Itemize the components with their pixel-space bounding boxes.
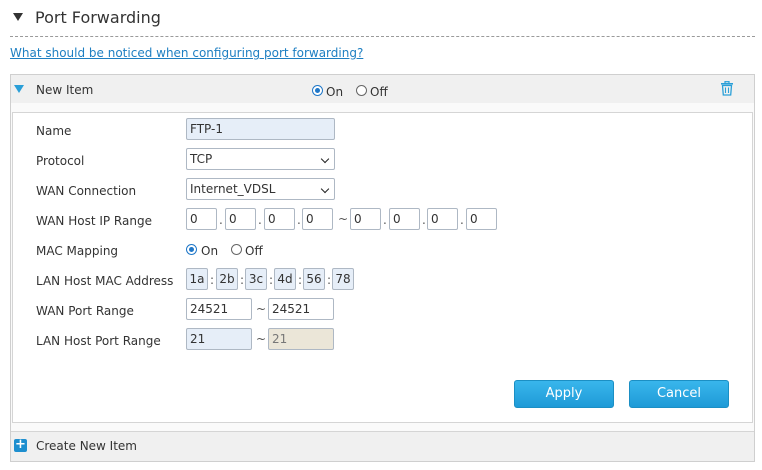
apply-button[interactable]: Apply	[514, 380, 614, 408]
mac-mapping-off-radio[interactable]	[231, 244, 242, 255]
item-on-label: On	[326, 85, 344, 99]
mac-colon: :	[240, 273, 245, 287]
mac-octet-4[interactable]: 4d	[274, 268, 296, 290]
create-new-item-link[interactable]: Create New Item	[36, 439, 137, 453]
wan-ip-end-octet-2[interactable]: 0	[389, 208, 420, 230]
plus-icon[interactable]: +	[14, 438, 27, 452]
range-tilde: ~	[256, 332, 267, 346]
mac-mapping-label: MAC Mapping	[36, 244, 119, 258]
ip-dot: .	[383, 213, 387, 227]
wan-port-end-input[interactable]: 24521	[268, 298, 334, 320]
wan-connection-select[interactable]: Internet_VDSL	[186, 178, 335, 200]
item-form	[12, 112, 753, 423]
wan-ip-start-octet-2[interactable]: 0	[225, 208, 256, 230]
protocol-value: TCP	[190, 152, 213, 166]
item-name: New Item	[36, 83, 94, 97]
item-off-radio[interactable]	[356, 85, 367, 96]
mac-mapping-on-label: On	[201, 244, 219, 258]
wan-ip-end-octet-1[interactable]: 0	[350, 208, 381, 230]
wan-port-range-label: WAN Port Range	[36, 304, 134, 318]
mac-octet-2[interactable]: 2b	[216, 268, 238, 290]
wan-ip-end-octet-4[interactable]: 0	[466, 208, 497, 230]
ip-dot: .	[297, 213, 301, 227]
mac-mapping-off-label: Off	[245, 244, 263, 258]
ip-dot: .	[460, 213, 464, 227]
name-label: Name	[36, 124, 72, 138]
wan-ip-start-octet-1[interactable]: 0	[186, 208, 217, 230]
wan-ip-end-octet-3[interactable]: 0	[427, 208, 458, 230]
page-title[interactable]: Port Forwarding	[13, 8, 161, 27]
wan-connection-label: WAN Connection	[36, 184, 137, 198]
collapse-triangle-icon	[13, 13, 23, 21]
lan-host-port-range-label: LAN Host Port Range	[36, 334, 161, 348]
item-off-label: Off	[370, 85, 388, 99]
wan-ip-start-octet-4[interactable]: 0	[302, 208, 333, 230]
range-tilde: ~	[256, 302, 267, 316]
wan-host-ip-label: WAN Host IP Range	[36, 214, 152, 228]
mac-octet-1[interactable]: 1a	[186, 268, 208, 290]
cancel-button[interactable]: Cancel	[629, 380, 729, 408]
protocol-label: Protocol	[36, 154, 85, 168]
wan-ip-start-octet-3[interactable]: 0	[264, 208, 295, 230]
help-link[interactable]: What should be noticed when configuring …	[10, 46, 363, 60]
mac-mapping-on-radio[interactable]	[186, 244, 197, 255]
mac-octet-5[interactable]: 56	[303, 268, 325, 290]
mac-colon: :	[269, 273, 274, 287]
name-input[interactable]: FTP-1	[186, 118, 335, 140]
trash-icon[interactable]	[720, 81, 734, 96]
lan-port-end-input: 21	[268, 328, 334, 350]
wan-port-start-input[interactable]: 24521	[186, 298, 252, 320]
ip-dot: .	[258, 213, 262, 227]
mac-colon: :	[327, 273, 332, 287]
range-tilde: ~	[338, 212, 349, 226]
lan-host-mac-label: LAN Host MAC Address	[36, 274, 174, 288]
mac-colon: :	[210, 273, 215, 287]
item-on-radio[interactable]	[312, 85, 323, 96]
ip-dot: .	[219, 213, 223, 227]
mac-colon: :	[298, 273, 303, 287]
mac-octet-6[interactable]: 78	[332, 268, 354, 290]
mac-octet-3[interactable]: 3c	[245, 268, 267, 290]
title-divider	[10, 36, 755, 37]
lan-port-start-input[interactable]: 21	[186, 328, 252, 350]
wan-connection-value: Internet_VDSL	[190, 182, 276, 196]
page-title-text: Port Forwarding	[35, 8, 161, 27]
expand-triangle-icon[interactable]	[14, 85, 24, 93]
ip-dot: .	[422, 213, 426, 227]
protocol-select[interactable]: TCP	[186, 148, 335, 170]
